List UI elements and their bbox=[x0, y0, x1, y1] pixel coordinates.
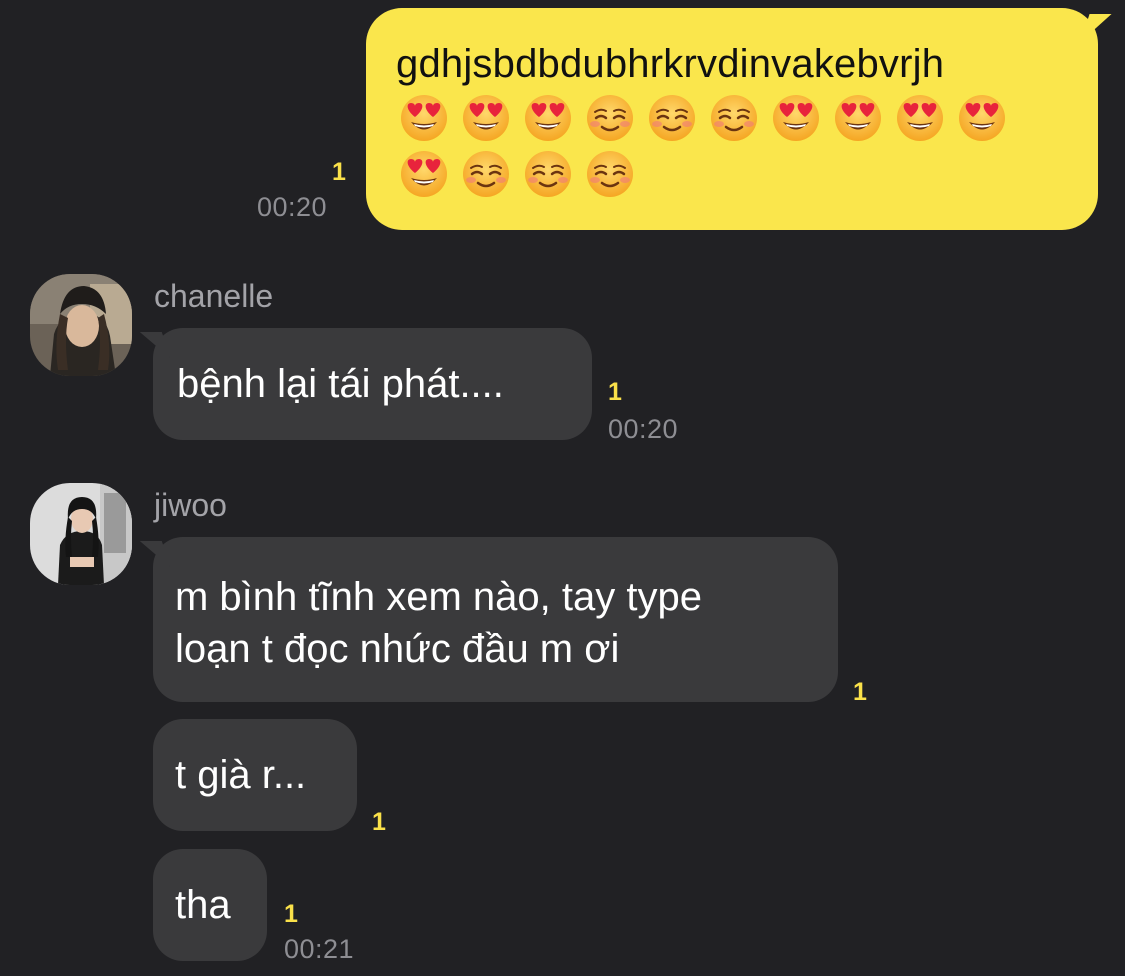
smiling-blush-emoji bbox=[644, 93, 702, 143]
smiling-blush-emoji bbox=[582, 149, 640, 199]
message-text-line: m bình tĩnh xem nào, tay type bbox=[175, 575, 702, 619]
message-time: 00:20 bbox=[608, 414, 679, 444]
smiling-blush-emoji bbox=[520, 149, 578, 199]
smiling-blush-emoji bbox=[706, 93, 764, 143]
heart-eyes-emoji bbox=[830, 93, 888, 143]
heart-eyes-emoji bbox=[954, 93, 1012, 143]
outgoing-message-bubble[interactable]: gdhjsbdbdubhrkrvdinvakebvrjh bbox=[366, 8, 1098, 230]
message-text: gdhjsbdbdubhrkrvdinvakebvrjh bbox=[396, 42, 945, 86]
heart-eyes-emoji bbox=[768, 93, 826, 143]
incoming-message-bubble[interactable]: t già r... bbox=[153, 719, 357, 831]
avatar[interactable] bbox=[30, 483, 132, 585]
unread-count: 1 bbox=[608, 378, 622, 406]
sender-name: chanelle bbox=[154, 278, 274, 314]
heart-eyes-emoji bbox=[458, 93, 516, 143]
avatar[interactable] bbox=[30, 274, 132, 376]
unread-count: 1 bbox=[853, 678, 867, 706]
message-text: t già r... bbox=[175, 753, 307, 797]
heart-eyes-emoji bbox=[396, 93, 454, 143]
unread-count: 1 bbox=[284, 900, 298, 928]
unread-count: 1 bbox=[372, 808, 386, 836]
avatar-chanelle-image bbox=[30, 274, 132, 376]
emoji-row-2 bbox=[396, 146, 1070, 202]
incoming-message-bubble[interactable]: bệnh lại tái phát.... bbox=[153, 328, 592, 440]
smiling-blush-emoji bbox=[582, 93, 640, 143]
message-time: 00:20 bbox=[257, 192, 328, 222]
emoji-row-1 bbox=[396, 90, 1070, 146]
message-time: 00:21 bbox=[284, 934, 355, 964]
unread-count: 1 bbox=[332, 158, 346, 186]
smiling-blush-emoji bbox=[458, 149, 516, 199]
incoming-message-bubble[interactable]: tha bbox=[153, 849, 267, 961]
heart-eyes-emoji bbox=[892, 93, 950, 143]
avatar-jiwoo-image bbox=[30, 483, 132, 585]
message-text: bệnh lại tái phát.... bbox=[177, 362, 504, 406]
incoming-message-bubble[interactable]: m bình tĩnh xem nào, tay type loạn t đọc… bbox=[153, 537, 838, 702]
sender-name: jiwoo bbox=[154, 487, 227, 523]
heart-eyes-emoji bbox=[520, 93, 578, 143]
message-text: tha bbox=[175, 883, 231, 927]
message-text-line: loạn t đọc nhức đầu m ơi bbox=[175, 627, 620, 671]
heart-eyes-emoji bbox=[396, 149, 454, 199]
chat-view[interactable]: 1 00:20 gdhjsbdbdubhrkrvdinvakebvrjh cha… bbox=[0, 0, 1125, 976]
